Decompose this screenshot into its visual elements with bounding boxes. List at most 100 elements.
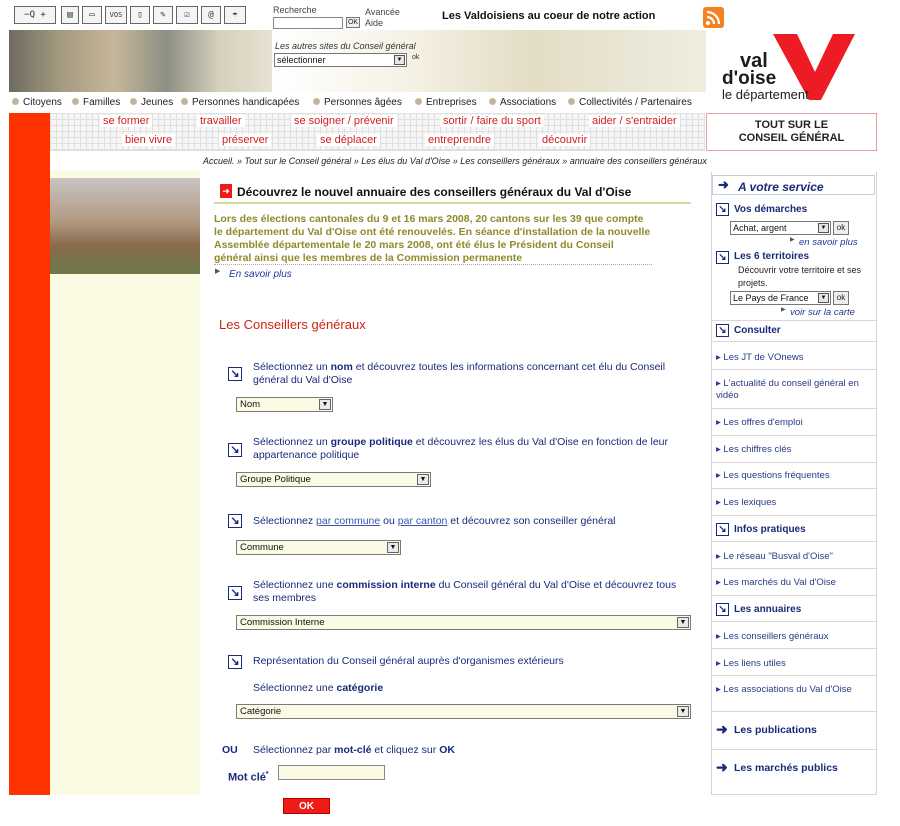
name-select[interactable]: Nom ▼ — [236, 397, 333, 412]
separator — [711, 369, 877, 370]
chevron-down-icon: ▼ — [319, 399, 331, 410]
action-grid: se former travailler se soigner / préven… — [50, 113, 705, 151]
separator — [711, 621, 877, 622]
keyword-input[interactable] — [278, 765, 385, 780]
commune-select[interactable]: Commune ▼ — [236, 540, 401, 555]
commission-select[interactable]: Commission Interne ▼ — [236, 615, 691, 630]
territoires-title[interactable]: Les 6 territoires — [734, 251, 809, 262]
bullet-icon — [130, 98, 137, 105]
zoom-in-icon[interactable]: + — [40, 10, 45, 20]
link-lexiques[interactable]: ▸ Les lexiques — [716, 497, 776, 508]
par-commune-link[interactable]: par commune — [316, 515, 380, 527]
breadcrumb[interactable]: Accueil. » Tout sur le Conseil général »… — [203, 156, 707, 166]
link-associations[interactable]: ▸ Les associations du Val d'Oise — [716, 684, 852, 695]
action-preserver[interactable]: préserver — [219, 134, 272, 146]
link-chiffres-cles[interactable]: ▸ Les chiffres clés — [716, 444, 791, 455]
link-marches-val-doise[interactable]: ▸ Les marchés du Val d'Oise — [716, 577, 836, 588]
nav-citoyens[interactable]: Citoyens — [12, 97, 62, 108]
bullet-icon — [568, 98, 575, 105]
annuaires-title[interactable]: Les annuaires — [734, 604, 801, 615]
demarches-more-link[interactable]: en savoir plus — [799, 237, 858, 248]
zoom-out-icon[interactable]: −Q — [24, 10, 35, 20]
groupe-politique-select[interactable]: Groupe Politique ▼ — [236, 472, 431, 487]
link-liens-utiles[interactable]: ▸ Les liens utiles — [716, 658, 786, 669]
categorie-select[interactable]: Catégorie ▼ — [236, 704, 691, 719]
arrow-right-icon: ➜ — [716, 721, 728, 737]
banner-photo — [9, 30, 272, 92]
action-entreprendre[interactable]: entreprendre — [425, 134, 494, 146]
building-photo — [50, 178, 200, 274]
publications-title[interactable]: Les publications — [734, 724, 817, 736]
infos-title[interactable]: Infos pratiques — [734, 524, 806, 535]
nav-personnes-handicapees[interactable]: Personnes handicapées — [181, 97, 299, 108]
demarches-select[interactable]: Achat, argent ▼ — [730, 221, 831, 235]
bullet-icon — [181, 98, 188, 105]
logo[interactable]: val d'oise le département — [707, 30, 877, 110]
email-icon[interactable]: @ — [201, 6, 221, 24]
separator — [711, 595, 877, 596]
advanced-search-link[interactable]: Avancée — [365, 7, 400, 17]
rss-icon[interactable] — [703, 7, 724, 28]
link-jt-vonews[interactable]: ▸ Les JT de VOnews — [716, 352, 804, 363]
action-se-former[interactable]: se former — [100, 115, 153, 127]
search-input[interactable] — [273, 17, 343, 29]
s3-text: Sélectionnez par commune ou par canton e… — [253, 515, 616, 527]
chevron-down-icon: ▼ — [394, 55, 405, 65]
separator — [711, 341, 877, 342]
action-bien-vivre[interactable]: bien vivre — [122, 134, 176, 146]
arrow-icon: ↘ — [716, 251, 729, 264]
more-link[interactable]: En savoir plus — [229, 269, 292, 280]
territoires-more-link[interactable]: voir sur la carte — [790, 307, 855, 318]
nav-familles[interactable]: Familles — [72, 97, 120, 108]
link-offres-emploi[interactable]: ▸ Les offres d'emploi — [716, 417, 803, 428]
link-actualite-video[interactable]: ▸ L'actualité du conseil général en vidé… — [716, 378, 871, 402]
nav-entreprises[interactable]: Entreprises — [415, 97, 477, 108]
vos-icon[interactable]: VOS — [105, 6, 127, 24]
form-icon[interactable]: ☑ — [176, 6, 198, 24]
action-se-deplacer[interactable]: se déplacer — [317, 134, 380, 146]
other-sites-select[interactable]: sélectionner ▼ — [274, 53, 407, 67]
consulter-title[interactable]: Consulter — [734, 325, 781, 336]
logo-text-doise: d'oise — [722, 68, 777, 89]
computer-icon[interactable]: ▭ — [82, 6, 102, 24]
link-busval[interactable]: ▸ Le réseau "Busval d'Oise" — [716, 551, 833, 562]
triangle-icon: ▶ — [781, 307, 786, 313]
tout-sur-conseil-general[interactable]: TOUT SUR LE CONSEIL GÉNÉRAL — [706, 113, 877, 151]
action-sortir[interactable]: sortir / faire du sport — [440, 115, 544, 127]
separator — [711, 435, 877, 436]
action-se-soigner[interactable]: se soigner / prévenir — [291, 115, 397, 127]
nav-associations[interactable]: Associations — [489, 97, 556, 108]
bullet-icon — [415, 98, 422, 105]
link-questions[interactable]: ▸ Les questions fréquentes — [716, 470, 830, 481]
par-canton-link[interactable]: par canton — [398, 515, 448, 527]
print-icon[interactable]: ▤ — [61, 6, 79, 24]
action-travailler[interactable]: travailler — [197, 115, 245, 127]
marches-publics-title[interactable]: Les marchés publics — [734, 762, 838, 774]
accessibility-icon[interactable]: ☂ — [224, 6, 246, 24]
nav-collectivites[interactable]: Collectivités / Partenaires — [568, 97, 692, 108]
ok-button[interactable]: OK — [283, 798, 330, 814]
section-title: Les Conseillers généraux — [219, 317, 366, 332]
search-label: Recherche — [273, 5, 317, 15]
demarches-ok[interactable]: ok — [833, 221, 849, 235]
other-sites-ok[interactable]: ok — [412, 54, 419, 61]
separator — [711, 408, 877, 409]
separator — [711, 711, 877, 712]
demarches-title[interactable]: Vos démarches — [734, 204, 807, 215]
action-decouvrir[interactable]: découvrir — [539, 134, 591, 146]
bullet-icon — [313, 98, 320, 105]
help-link[interactable]: Aide — [365, 18, 383, 28]
zoom-controls[interactable]: −Q + — [14, 6, 56, 24]
document-icon[interactable]: ▯ — [130, 6, 150, 24]
separator — [711, 515, 877, 516]
territoires-select[interactable]: Le Pays de France ▼ — [730, 291, 831, 305]
action-aider[interactable]: aider / s'entraider — [589, 115, 680, 127]
nav-jeunes[interactable]: Jeunes — [130, 97, 173, 108]
edit-icon[interactable]: ✎ — [153, 6, 173, 24]
triangle-icon: ▶ — [215, 268, 221, 275]
nav-personnes-agees[interactable]: Personnes âgées — [313, 97, 402, 108]
territoires-ok[interactable]: ok — [833, 291, 849, 305]
search-ok-button[interactable]: OK — [346, 17, 360, 28]
link-conseillers-generaux[interactable]: ▸ Les conseillers généraux — [716, 631, 829, 642]
chevron-down-icon: ▼ — [818, 293, 829, 303]
